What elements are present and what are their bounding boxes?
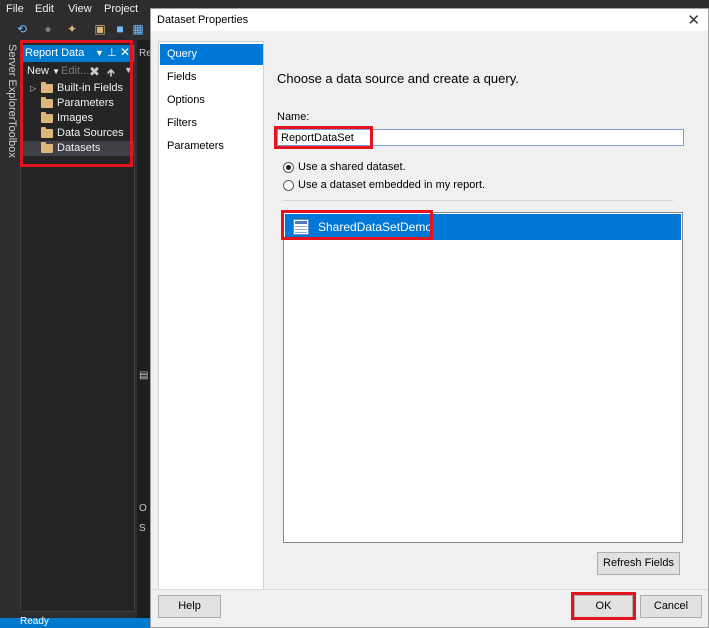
nav-item-query[interactable]: Query bbox=[160, 44, 263, 65]
save-icon[interactable]: ■ bbox=[112, 21, 128, 37]
dialog-body: Query Fields Options Filters Parameters … bbox=[151, 31, 708, 591]
output-pane-fragment: O bbox=[139, 503, 147, 514]
back-icon[interactable]: ⟲ bbox=[14, 21, 30, 37]
radio-embedded-label: Use a dataset embedded in my report. bbox=[298, 179, 486, 191]
refresh-fields-button[interactable]: Refresh Fields bbox=[597, 552, 680, 575]
separator bbox=[283, 200, 673, 201]
toolbox-tab[interactable]: Toolbox bbox=[2, 120, 18, 158]
radio-shared-label: Use a shared dataset. bbox=[298, 161, 406, 173]
highlight-box-report-data bbox=[20, 40, 133, 167]
highlight-box-ok bbox=[571, 592, 636, 620]
side-tool-tabs: Server Explorer Toolbox bbox=[0, 40, 20, 620]
radio-button-checked[interactable] bbox=[283, 162, 294, 173]
name-label: Name: bbox=[277, 111, 310, 123]
status-text: Ready bbox=[20, 616, 49, 627]
help-button[interactable]: Help bbox=[158, 595, 221, 618]
radio-button[interactable] bbox=[283, 180, 294, 191]
ide-toolbar: ⟲ ● ✦ ▣ ■ ▦ bbox=[0, 18, 150, 40]
dialog-titlebar: Dataset Properties ✕ bbox=[151, 9, 708, 31]
nav-item-parameters[interactable]: Parameters bbox=[160, 136, 263, 157]
query-page: Choose a data source and create a query.… bbox=[274, 41, 685, 591]
menu-edit[interactable]: Edit bbox=[35, 3, 54, 15]
nav-item-filters[interactable]: Filters bbox=[160, 113, 263, 134]
output-sub-fragment: S bbox=[139, 523, 146, 534]
cancel-button[interactable]: Cancel bbox=[640, 595, 702, 618]
menu-view[interactable]: View bbox=[68, 3, 92, 15]
editor-area: Re ▤ O S bbox=[137, 40, 152, 620]
nav-item-options[interactable]: Options bbox=[160, 90, 263, 111]
close-icon[interactable]: ✕ bbox=[687, 11, 700, 29]
dialog-title: Dataset Properties bbox=[157, 14, 249, 26]
page-heading: Choose a data source and create a query. bbox=[277, 71, 519, 86]
save-all-icon[interactable]: ▦ bbox=[130, 21, 146, 37]
menu-file[interactable]: File bbox=[6, 3, 24, 15]
highlight-box-dataset bbox=[281, 210, 433, 240]
forward-icon[interactable]: ● bbox=[40, 21, 56, 37]
server-explorer-tab[interactable]: Server Explorer bbox=[2, 44, 18, 120]
shared-dataset-list[interactable]: SharedDataSetDemo bbox=[283, 212, 683, 543]
menu-project[interactable]: Project bbox=[104, 3, 138, 15]
dialog-nav: Query Fields Options Filters Parameters bbox=[158, 41, 264, 591]
nav-item-fields[interactable]: Fields bbox=[160, 67, 263, 88]
properties-icon: ▤ bbox=[139, 370, 149, 381]
open-folder-icon[interactable]: ▣ bbox=[92, 21, 108, 37]
dataset-properties-dialog: Dataset Properties ✕ Query Fields Option… bbox=[150, 8, 709, 628]
highlight-box-name bbox=[274, 126, 373, 149]
new-project-icon[interactable]: ✦ bbox=[64, 21, 80, 37]
